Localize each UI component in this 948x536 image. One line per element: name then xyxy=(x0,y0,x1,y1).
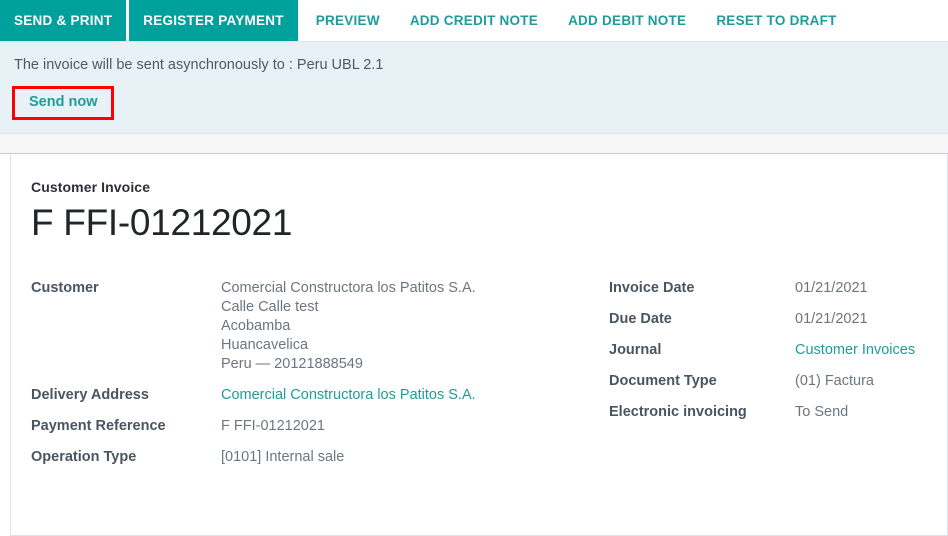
customer-address-line-1: Calle Calle test xyxy=(221,299,319,315)
sheet-area: Customer Invoice F FFI-01212021 Customer… xyxy=(0,154,948,536)
electronic-invoicing-label: Electronic invoicing xyxy=(609,404,747,420)
field-row-customer: Customer Comercial Constructora los Pati… xyxy=(31,279,609,386)
journal-link[interactable]: Customer Invoices xyxy=(795,342,915,358)
payment-reference-label: Payment Reference xyxy=(31,418,166,434)
due-date-value[interactable]: 01/21/2021 xyxy=(795,310,931,341)
reset-to-draft-button[interactable]: RESET TO DRAFT xyxy=(701,0,851,41)
customer-value: Comercial Constructora los Patitos S.A. … xyxy=(221,279,609,386)
content-gutter xyxy=(0,134,948,154)
field-row-operation-type: Operation Type [0101] Internal sale xyxy=(31,448,609,479)
field-row-electronic-invoicing: Electronic invoicing To Send xyxy=(609,403,931,434)
customer-address-line-3: Huancavelica xyxy=(221,337,309,353)
field-row-invoice-date: Invoice Date 01/21/2021 xyxy=(609,279,931,310)
journal-label: Journal xyxy=(609,342,662,358)
page-title: F FFI-01212021 xyxy=(31,202,293,243)
payment-reference-value[interactable]: F FFI-01212021 xyxy=(221,417,609,448)
customer-address-line-4: Peru — 20121888549 xyxy=(221,356,363,372)
field-row-document-type: Document Type (01) Factura xyxy=(609,372,931,403)
banner-message: The invoice will be sent asynchronously … xyxy=(14,57,384,73)
operation-type-label: Operation Type xyxy=(31,449,137,465)
delivery-address-label: Delivery Address xyxy=(31,387,149,403)
invoice-date-value[interactable]: 01/21/2021 xyxy=(795,279,931,310)
right-fields-table: Invoice Date 01/21/2021 Due Date 01/21/2… xyxy=(609,279,931,434)
preview-button[interactable]: PREVIEW xyxy=(301,0,395,41)
field-row-journal: Journal Customer Invoices xyxy=(609,341,931,372)
register-payment-button[interactable]: REGISTER PAYMENT xyxy=(129,0,298,41)
invoice-date-label: Invoice Date xyxy=(609,280,695,296)
field-row-due-date: Due Date 01/21/2021 xyxy=(609,310,931,341)
due-date-label: Due Date xyxy=(609,311,672,327)
delivery-address-value: Comercial Constructora los Patitos S.A. xyxy=(221,386,609,417)
customer-label: Customer xyxy=(31,280,99,296)
add-debit-note-button[interactable]: ADD DEBIT NOTE xyxy=(553,0,701,41)
send-now-highlight: Send now xyxy=(12,86,115,120)
electronic-invoicing-value: To Send xyxy=(795,404,849,420)
left-fields-table: Customer Comercial Constructora los Pati… xyxy=(31,279,609,479)
invoice-sheet: Customer Invoice F FFI-01212021 Customer… xyxy=(10,154,948,536)
field-columns: Customer Comercial Constructora los Pati… xyxy=(31,279,931,479)
document-type-label: Document Type xyxy=(609,373,717,389)
operation-type-value[interactable]: [0101] Internal sale xyxy=(221,448,609,479)
send-now-button[interactable]: Send now xyxy=(15,89,111,117)
delivery-address-link[interactable]: Comercial Constructora los Patitos S.A. xyxy=(221,387,476,403)
field-row-delivery-address: Delivery Address Comercial Constructora … xyxy=(31,386,609,417)
sheet-subtitle: Customer Invoice xyxy=(31,179,151,195)
customer-link[interactable]: Comercial Constructora los Patitos S.A. xyxy=(221,279,609,298)
customer-address-line-2: Acobamba xyxy=(221,318,291,334)
action-toolbar: SEND & PRINT REGISTER PAYMENT PREVIEW AD… xyxy=(0,0,948,41)
document-type-value[interactable]: (01) Factura xyxy=(795,372,931,403)
journal-value: Customer Invoices xyxy=(795,341,931,372)
left-field-column: Customer Comercial Constructora los Pati… xyxy=(31,279,609,479)
send-and-print-button[interactable]: SEND & PRINT xyxy=(0,0,127,41)
async-send-banner: The invoice will be sent asynchronously … xyxy=(0,41,948,134)
field-row-payment-reference: Payment Reference F FFI-01212021 xyxy=(31,417,609,448)
right-field-column: Invoice Date 01/21/2021 Due Date 01/21/2… xyxy=(609,279,931,434)
add-credit-note-button[interactable]: ADD CREDIT NOTE xyxy=(395,0,553,41)
